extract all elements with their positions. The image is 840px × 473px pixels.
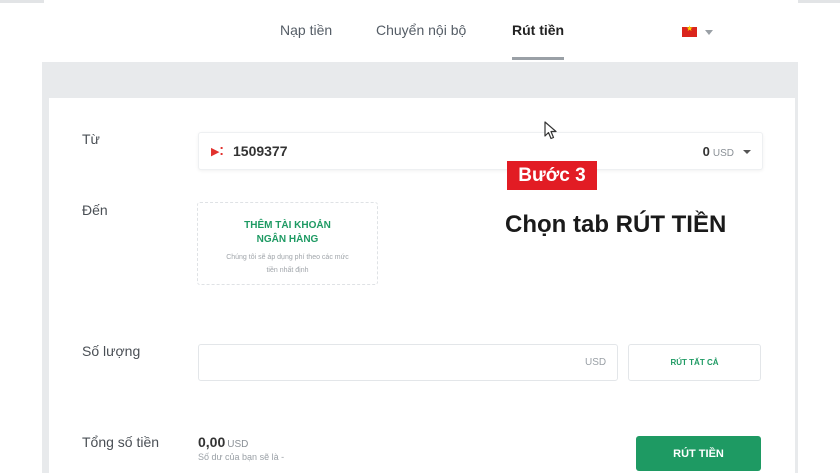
total-currency: USD xyxy=(227,439,249,450)
chevron-down-icon xyxy=(705,29,713,35)
from-label: Từ xyxy=(82,131,100,147)
step-caption: Chọn tab RÚT TIỀN xyxy=(505,211,727,238)
total-amount: 0,00 USD xyxy=(198,434,248,450)
account-balance-value: 0 xyxy=(702,144,710,159)
account-currency: USD xyxy=(712,148,734,159)
account-number: 1509377 xyxy=(233,143,288,159)
quantity-label: Số lượng xyxy=(82,343,141,359)
chevron-down-icon xyxy=(743,150,751,154)
tab-internal-transfer[interactable]: Chuyển nội bộ xyxy=(376,22,466,38)
mouse-cursor-icon xyxy=(544,121,557,140)
withdraw-submit-button[interactable]: RÚT TIỀN xyxy=(636,436,761,471)
account-selector[interactable]: ▶⁚ 1509377 0 USD xyxy=(198,132,763,170)
add-bank-account-button[interactable]: THÊM TÀI KHOẢN NGÂN HÀNG Chúng tôi sẽ áp… xyxy=(197,202,378,285)
add-bank-note: Chúng tôi sẽ áp dụng phí theo các mức ti… xyxy=(226,254,349,274)
exness-logo-icon: ▶⁚ xyxy=(211,145,224,158)
quantity-currency: USD xyxy=(585,357,607,368)
top-tab-bar: Nạp tiền Chuyển nội bộ Rút tiền xyxy=(0,0,840,62)
balance-note: Số dư của bạn sẽ là - xyxy=(198,452,285,462)
vietnam-flag-icon xyxy=(682,24,697,37)
step-badge: Bước 3 xyxy=(507,161,597,190)
total-label: Tổng số tiền xyxy=(82,434,160,450)
account-balance: 0 USD xyxy=(703,144,734,159)
withdraw-all-button[interactable]: RÚT TẤT CẢ xyxy=(628,344,761,381)
total-amount-value: 0,00 xyxy=(198,434,226,450)
language-selector[interactable] xyxy=(682,24,713,37)
tab-withdraw[interactable]: Rút tiền xyxy=(512,22,564,38)
to-label: Đến xyxy=(82,202,108,218)
quantity-input[interactable] xyxy=(198,344,618,381)
add-bank-title: THÊM TÀI KHOẢN NGÂN HÀNG xyxy=(244,220,331,245)
tab-deposit[interactable]: Nạp tiền xyxy=(280,22,332,38)
active-tab-indicator xyxy=(512,57,564,60)
